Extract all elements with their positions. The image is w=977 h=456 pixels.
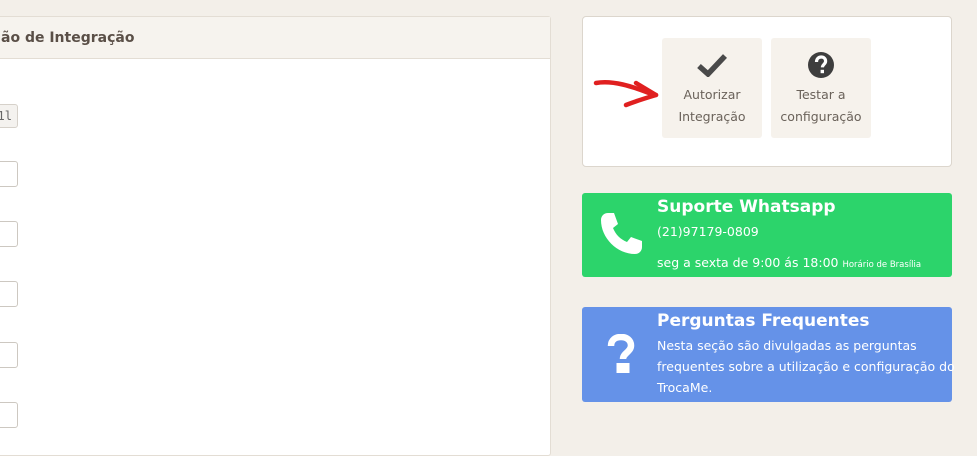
question-mark-icon <box>607 334 635 373</box>
integration-panel: ão de Integração l1l <box>0 16 551 456</box>
support-timezone: Horário de Brasília <box>842 260 922 270</box>
faq-text-line3: TrocaMe. <box>657 380 713 395</box>
token-chip: l1l <box>0 104 18 128</box>
support-hours: seg a sexta de 9:00 ás 18:00 <box>657 255 839 270</box>
whatsapp-support-card[interactable]: Suporte Whatsapp (21)97179-0809 seg a se… <box>582 193 952 277</box>
form-field-4[interactable] <box>0 342 18 368</box>
panel-title-text: ão de Integração <box>1 29 135 46</box>
form-field-3[interactable] <box>0 281 18 307</box>
faq-card[interactable]: Perguntas Frequentes Nesta seção são div… <box>582 307 955 402</box>
test-configuration-button[interactable]: Testar a configuração <box>771 38 871 138</box>
question-circle-icon <box>807 52 835 78</box>
faq-text-line2: frequentes sobre a utilização e configur… <box>657 359 955 374</box>
phone-icon <box>601 213 642 254</box>
panel-title: ão de Integração <box>0 17 550 59</box>
faq-text-line1: Nesta seção são divulgadas as perguntas <box>657 338 917 353</box>
check-icon <box>697 52 727 78</box>
form-field-2[interactable] <box>0 221 18 247</box>
test-label-line2: configuração <box>780 109 862 124</box>
form-field-5[interactable] <box>0 402 18 428</box>
faq-title: Perguntas Frequentes <box>657 311 870 331</box>
support-hours-line: seg a sexta de 9:00 ás 18:00 Horário de … <box>657 255 921 270</box>
authorize-label-line1: Autorizar <box>683 87 741 102</box>
authorize-integration-button[interactable]: Autorizar Integração <box>662 38 762 138</box>
red-arrow-annotation <box>593 80 659 108</box>
form-field-1[interactable] <box>0 161 18 187</box>
support-phone: (21)97179-0809 <box>657 224 759 239</box>
test-label-line1: Testar a <box>796 87 846 102</box>
support-title: Suporte Whatsapp <box>657 197 836 217</box>
authorize-label-line2: Integração <box>678 109 746 124</box>
